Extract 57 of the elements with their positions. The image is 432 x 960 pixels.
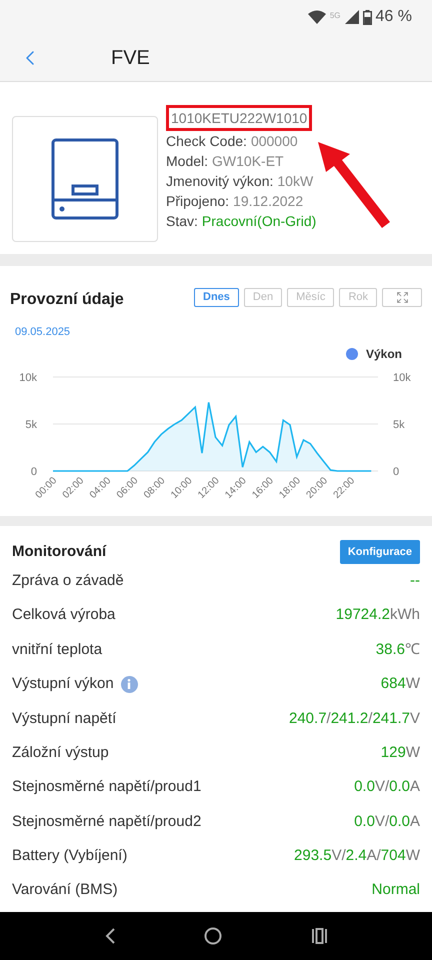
field-value: GW10K-ET xyxy=(212,152,284,171)
axis-label: 10k xyxy=(19,372,37,384)
serial-number: 1010KETU222W1010 xyxy=(166,105,312,131)
row-label: Varování (BMS) xyxy=(12,880,118,900)
period-tab[interactable]: Měsíc xyxy=(287,288,334,306)
network-label: 5G xyxy=(330,10,341,22)
row-value: 684W xyxy=(380,674,420,694)
section-title: Provozní údaje xyxy=(10,290,124,310)
row-label: Battery (Vybíjení) xyxy=(12,846,128,866)
row-label: Zpráva o závadě xyxy=(12,570,124,591)
fullscreen-icon xyxy=(396,290,408,304)
field-label: Check Code: xyxy=(166,132,247,151)
field-label: Připojeno: xyxy=(166,192,230,211)
configure-button[interactable]: Konfigurace xyxy=(340,540,420,564)
field-label: Model: xyxy=(166,152,208,171)
row-value: 240.7/241.2/241.7V xyxy=(289,708,420,728)
row-value: -- xyxy=(410,570,420,591)
period-tab[interactable]: Rok xyxy=(339,288,377,306)
row-value: 0.0V/0.0A xyxy=(354,777,420,798)
row-value: 293.5V/2.4A/704W xyxy=(294,846,420,866)
back-nav-icon[interactable] xyxy=(104,927,116,945)
row-label: Celková výroba xyxy=(12,605,116,626)
signal-icon xyxy=(344,10,359,24)
axis-label: 0 xyxy=(393,466,400,478)
axis-label: 0 xyxy=(30,466,37,478)
row-value: 19724.2kWh xyxy=(336,605,420,626)
home-nav-icon[interactable] xyxy=(204,927,222,945)
period-tab[interactable]: Den xyxy=(244,288,282,306)
legend-label: Výkon xyxy=(366,346,402,362)
page-title: FVE xyxy=(111,46,150,70)
axis-label: 5k xyxy=(25,418,37,430)
row-label: vnitřní teplota xyxy=(12,640,102,660)
battery-percentage: 46 % xyxy=(376,7,412,27)
recents-nav-icon[interactable] xyxy=(310,928,328,944)
field-value: 10kW xyxy=(277,172,314,191)
row-value: Normal xyxy=(372,880,420,900)
row-label: Záložní výstup xyxy=(12,742,109,763)
row-label: Stejnosměrné napětí/proud2 xyxy=(12,812,202,832)
row-label: Stejnosměrné napětí/proud1 xyxy=(12,777,202,798)
field-label: Jmenovitý výkon: xyxy=(166,172,274,191)
period-tab[interactable]: Dnes xyxy=(194,288,239,306)
field-value: Pracovní(On-Grid) xyxy=(202,212,316,231)
wifi-icon xyxy=(308,10,326,24)
row-label: Výstupní napětí xyxy=(12,708,116,728)
row-label: Výstupní výkon xyxy=(12,674,114,694)
field-value: 000000 xyxy=(250,132,298,151)
section-title: Monitorování xyxy=(12,542,106,562)
chart-date: 09.05.2025 xyxy=(15,325,72,340)
field-value: 19.12.2022 xyxy=(233,192,304,211)
battery-icon xyxy=(362,10,372,24)
fullscreen-button[interactable] xyxy=(382,288,422,306)
row-value: 129W xyxy=(380,742,420,763)
row-value: 0.0V/0.0A xyxy=(354,812,420,832)
field-label: Stav: xyxy=(166,212,198,231)
row-value: 38.6℃ xyxy=(376,640,420,660)
axis-label: 10k xyxy=(393,372,411,384)
axis-label: 5k xyxy=(393,418,405,430)
